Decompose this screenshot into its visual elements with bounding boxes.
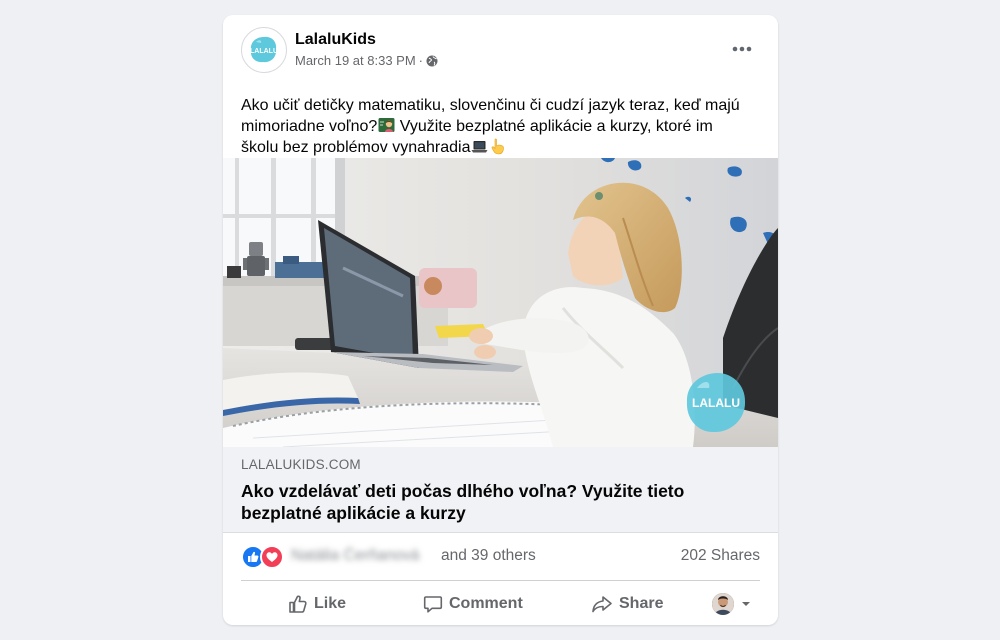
svg-text:LALALU: LALALU	[250, 48, 278, 55]
divider	[241, 580, 760, 581]
lalalu-logo-icon: LALALU	[250, 36, 278, 63]
meta-separator: ·	[418, 53, 424, 68]
post-text-line1: Ako učiť detičky matematiku, slovenčinu …	[241, 97, 740, 114]
comment-label: Comment	[449, 595, 523, 612]
viewer-avatar	[712, 593, 734, 615]
comment-icon	[423, 596, 443, 613]
post-photo[interactable]: LALALU	[223, 158, 778, 447]
share-icon	[592, 596, 612, 613]
post-meta: March 19 at 8:33 PM ·	[295, 53, 438, 68]
lalalu-watermark-icon: LALALU	[686, 372, 746, 433]
post-text-line2: mimoriadne voľno?	[241, 118, 378, 135]
action-bar: Like Comment Share	[241, 587, 760, 621]
more-options-button[interactable]	[724, 37, 760, 61]
more-options-icon	[732, 46, 752, 52]
link-title[interactable]: Ako vzdelávať deti počas dlhého voľna? V…	[241, 480, 751, 524]
post-as-selector[interactable]	[712, 591, 752, 617]
post-timestamp[interactable]: March 19 at 8:33 PM	[295, 53, 416, 68]
link-preview[interactable]: LALALUKIDS.COM Ako vzdelávať deti počas …	[223, 447, 778, 533]
post-text-line3: školu bez problémov vynahradia	[241, 139, 471, 156]
shares-count[interactable]: 202 Shares	[681, 547, 760, 565]
pointing-down-emoji-icon	[492, 138, 505, 155]
link-domain: LALALUKIDS.COM	[241, 457, 361, 472]
post-card: LALALU LalaluKids March 19 at 8:33 PM · A…	[223, 15, 778, 625]
svg-text:LALALU: LALALU	[692, 396, 740, 410]
post-text-line2b: Využite bezplatné aplikácie a kurzy, kto…	[395, 118, 713, 135]
comment-button[interactable]: Comment	[423, 587, 523, 621]
love-reaction-icon	[260, 545, 284, 569]
share-label: Share	[619, 595, 664, 612]
thumbs-up-icon	[289, 595, 307, 613]
reactions-bar: Natália Čerňanová and 39 others 202 Shar…	[241, 543, 760, 571]
reaction-icons[interactable]	[241, 545, 285, 569]
post-text: Ako učiť detičky matematiku, slovenčinu …	[241, 95, 766, 158]
like-label: Like	[314, 595, 347, 612]
teacher-emoji-icon	[378, 118, 395, 132]
author-name[interactable]: LalaluKids	[295, 31, 376, 49]
like-button[interactable]: Like	[288, 587, 346, 621]
laptop-emoji-icon	[471, 141, 488, 153]
chevron-down-icon	[742, 602, 750, 606]
share-button[interactable]: Share	[591, 587, 663, 621]
globe-icon[interactable]	[426, 55, 438, 67]
post-header: LALALU LalaluKids March 19 at 8:33 PM ·	[223, 15, 778, 87]
page-avatar[interactable]: LALALU	[241, 27, 287, 73]
reactions-count[interactable]: and 39 others	[441, 547, 536, 565]
reactor-name[interactable]: Natália Čerňanová	[291, 547, 419, 565]
